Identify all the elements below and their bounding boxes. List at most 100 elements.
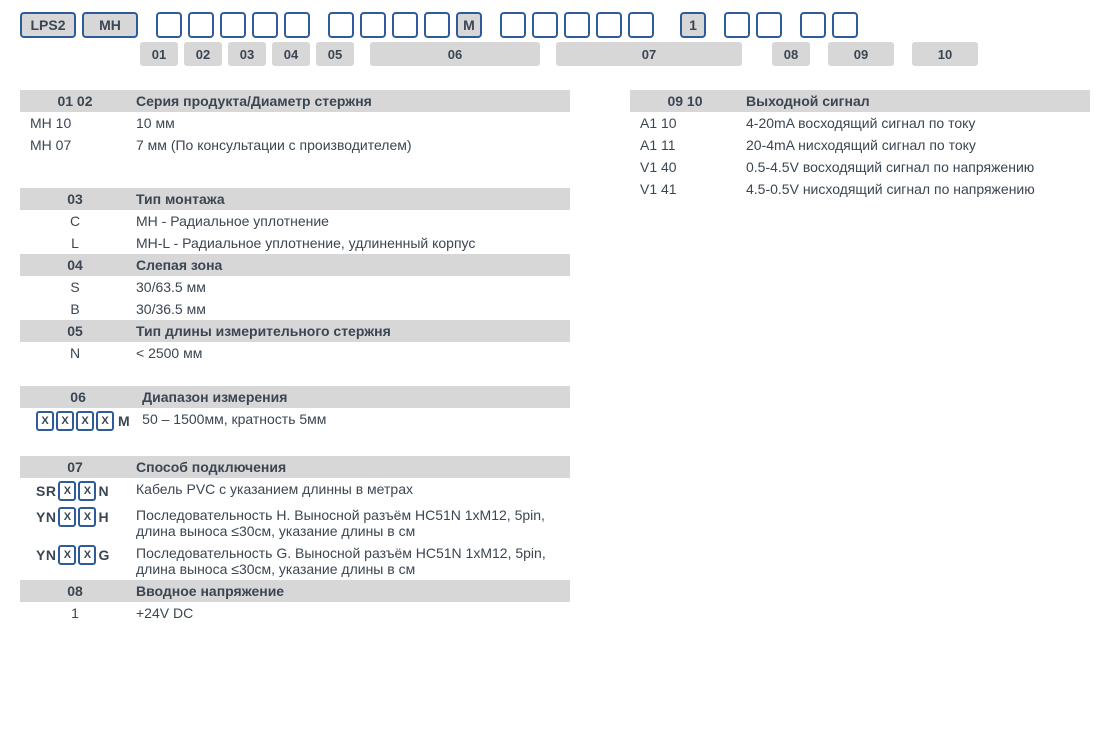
code-box-17: [628, 12, 654, 38]
code-box-16: [596, 12, 622, 38]
section-07: 07Способ подключения SR X X N Кабель PVC…: [20, 456, 570, 580]
code-box-4: [188, 12, 214, 38]
sec0102-hkey: 01 02: [20, 90, 130, 112]
sec03-r1k: C: [20, 210, 130, 232]
sec07-r2-x2: X: [78, 507, 96, 527]
sec07-r2-post: H: [98, 509, 109, 525]
sec03-r1v: MH - Радиальное уплотнение: [130, 210, 570, 232]
section-09-10: 09 10Выходной сигнал A1 104-20mA восходя…: [630, 90, 1090, 200]
label-09: 09: [828, 42, 894, 66]
code-labels-row: 01 02 03 04 05 06 07 08 09 10: [20, 42, 1090, 66]
section-03: 03Тип монтажа CMH - Радиальное уплотнени…: [20, 188, 570, 254]
code-box-21: [756, 12, 782, 38]
code-box-7: [284, 12, 310, 38]
code-boxes-row1: LPS2 MH M 1: [20, 12, 1090, 38]
sec07-r2-pre: YN: [36, 509, 56, 525]
sec07-r1-post: N: [98, 483, 109, 499]
sec08-htitle: Вводное напряжение: [130, 580, 570, 602]
code-box-11: [424, 12, 450, 38]
sec07-r1k: SR X X N: [20, 478, 130, 504]
sec07-r2k: YN X X H: [20, 504, 130, 542]
sec07-r1v: Кабель PVC с указанием длинны в метрах: [130, 478, 570, 504]
sec03-r2k: L: [20, 232, 130, 254]
sec0910-htitle: Выходной сигнал: [740, 90, 1090, 112]
code-box-m: M: [456, 12, 482, 38]
sec0102-r1v: 10 мм: [130, 112, 570, 134]
sec07-r3-post: G: [98, 547, 109, 563]
sec04-r2v: 30/36.5 мм: [130, 298, 570, 320]
sec08-r1v: +24V DC: [130, 602, 570, 624]
code-box-9: [360, 12, 386, 38]
sec06-m: M: [118, 413, 130, 429]
code-box-23: [832, 12, 858, 38]
section-06: 06Диапазон измерения X X X X M 50 – 1500…: [20, 386, 570, 434]
sec0102-r2v: 7 мм (По консультации с производителем): [130, 134, 570, 156]
sec04-hkey: 04: [20, 254, 130, 276]
label-06: 06: [370, 42, 540, 66]
sec0102-r2k: MH 07: [20, 134, 130, 156]
section-08: 08Вводное напряжение 1+24V DC: [20, 580, 570, 624]
sec04-r1v: 30/63.5 мм: [130, 276, 570, 298]
code-box-8: [328, 12, 354, 38]
sec0910-hkey: 09 10: [630, 90, 740, 112]
code-box-1-filled: 1: [680, 12, 706, 38]
sec07-r3-pre: YN: [36, 547, 56, 563]
sec07-r3-x1: X: [58, 545, 76, 565]
sec05-r1v: < 2500 мм: [130, 342, 570, 364]
sec06-x1: X: [36, 411, 54, 431]
sec07-r3v: Последовательность G. Выносной разъём HC…: [130, 542, 570, 580]
sec07-r1-x1: X: [58, 481, 76, 501]
sec06-x3: X: [76, 411, 94, 431]
sec04-htitle: Слепая зона: [130, 254, 570, 276]
code-box-10: [392, 12, 418, 38]
sec03-hkey: 03: [20, 188, 130, 210]
sec08-r1k: 1: [20, 602, 130, 624]
sec0910-r3k: V1 40: [630, 156, 740, 178]
sec06-htitle: Диапазон измерения: [136, 386, 570, 408]
code-box-15: [564, 12, 590, 38]
code-box-lps2: LPS2: [20, 12, 76, 38]
sec06-r1k: X X X X M: [20, 408, 136, 434]
sec03-htitle: Тип монтажа: [130, 188, 570, 210]
code-box-14: [532, 12, 558, 38]
sec04-r2k: B: [20, 298, 130, 320]
sec07-r2-x1: X: [58, 507, 76, 527]
sec0910-r1v: 4-20mA восходящий сигнал по току: [740, 112, 1090, 134]
code-box-mh: MH: [82, 12, 138, 38]
sec0910-r2k: A1 11: [630, 134, 740, 156]
code-box-6: [252, 12, 278, 38]
sec07-r1-pre: SR: [36, 483, 56, 499]
sec04-r1k: S: [20, 276, 130, 298]
section-04: 04Слепая зона S30/63.5 мм B30/36.5 мм: [20, 254, 570, 320]
sec0910-r2v: 20-4mA нисходящий сигнал по току: [740, 134, 1090, 156]
label-04: 04: [272, 42, 310, 66]
label-05: 05: [316, 42, 354, 66]
sec06-r1v: 50 – 1500мм, кратность 5мм: [136, 408, 570, 434]
sec0102-htitle: Серия продукта/Диаметр стержня: [130, 90, 570, 112]
code-box-13: [500, 12, 526, 38]
section-05: 05Тип длины измерительного стержня N< 25…: [20, 320, 570, 364]
sec0910-r3v: 0.5-4.5V восходящий сигнал по напряжению: [740, 156, 1090, 178]
code-box-22: [800, 12, 826, 38]
sec07-r3-x2: X: [78, 545, 96, 565]
code-box-5: [220, 12, 246, 38]
sec05-r1k: N: [20, 342, 130, 364]
sec07-r2v: Последовательность H. Выносной разъём HC…: [130, 504, 570, 542]
sec07-r1-x2: X: [78, 481, 96, 501]
section-01-02: 01 02Серия продукта/Диаметр стержня MH 1…: [20, 90, 570, 156]
sec07-r3k: YN X X G: [20, 542, 130, 580]
sec06-x2: X: [56, 411, 74, 431]
label-08: 08: [772, 42, 810, 66]
sec05-hkey: 05: [20, 320, 130, 342]
sec0910-r1k: A1 10: [630, 112, 740, 134]
label-10: 10: [912, 42, 978, 66]
sec07-htitle: Способ подключения: [130, 456, 570, 478]
sec06-hkey: 06: [20, 386, 136, 408]
label-03: 03: [228, 42, 266, 66]
sec08-hkey: 08: [20, 580, 130, 602]
code-box-20: [724, 12, 750, 38]
sec0910-r4v: 4.5-0.5V нисходящий сигнал по напряжению: [740, 178, 1090, 200]
label-01: 01: [140, 42, 178, 66]
label-02: 02: [184, 42, 222, 66]
code-box-3: [156, 12, 182, 38]
